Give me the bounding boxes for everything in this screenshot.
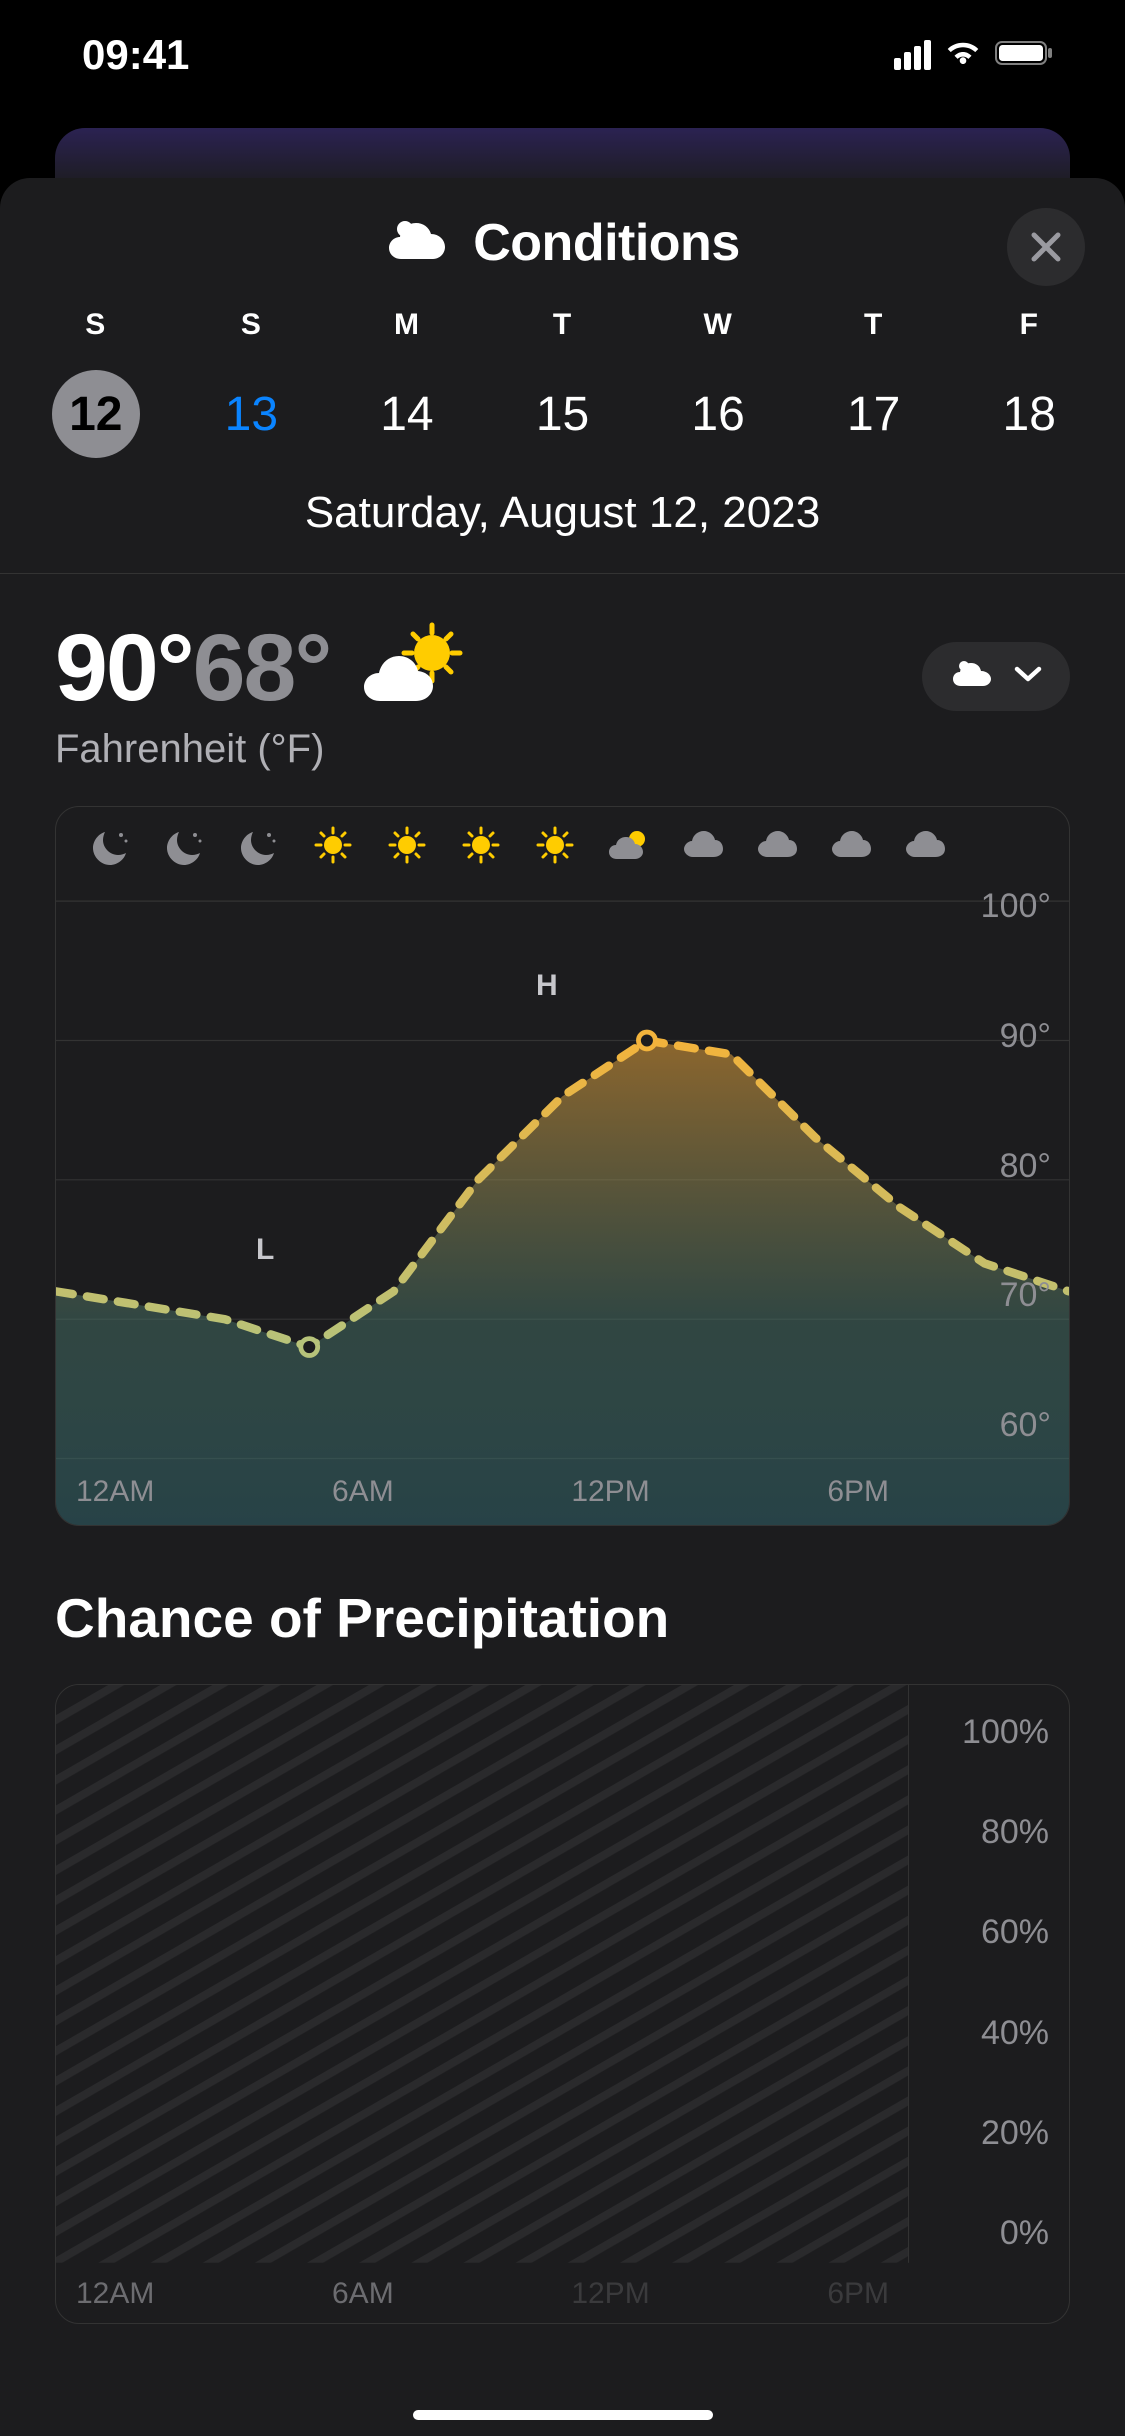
day-letter: S	[18, 308, 174, 342]
cloud-icon	[385, 217, 449, 270]
day-cell-13[interactable]: S 13	[174, 308, 330, 458]
battery-icon	[995, 39, 1055, 72]
cellular-icon	[894, 40, 931, 70]
temperature-chart[interactable]: H L 100°90°80°70°60° 12AM6AM12PM6PM	[55, 806, 1070, 1526]
temperature-summary: 90° 68°	[55, 614, 468, 723]
high-temp: 90°	[55, 614, 193, 723]
day-cell-17[interactable]: T 17	[796, 308, 952, 458]
day-letter: W	[640, 308, 796, 342]
cloudy-icon	[814, 825, 888, 870]
partly-icon	[592, 825, 666, 870]
sunny-icon	[444, 825, 518, 870]
sheet-title: Conditions	[473, 213, 740, 273]
precip-x-axis-labels: 12AM6AM12PM6PM	[66, 2277, 899, 2311]
day-number: 17	[830, 370, 918, 458]
day-cell-12[interactable]: S 12	[18, 308, 174, 458]
day-number: 13	[207, 370, 295, 458]
cloudy-icon	[740, 825, 814, 870]
day-letter: T	[485, 308, 641, 342]
hourly-condition-icons	[56, 807, 1069, 870]
night-icon	[74, 825, 148, 870]
wifi-icon	[943, 38, 983, 73]
chart-y-axis-labels: 100°90°80°70°60°	[981, 887, 1051, 1445]
day-cell-16[interactable]: W 16	[640, 308, 796, 458]
day-cell-18[interactable]: F 18	[951, 308, 1107, 458]
day-letter: T	[796, 308, 952, 342]
temperature-line-plot	[56, 877, 1069, 1526]
day-number: 16	[674, 370, 762, 458]
sunny-icon	[296, 825, 370, 870]
unit-label: Fahrenheit (°F)	[55, 727, 468, 772]
chevron-down-icon	[1014, 665, 1042, 688]
day-number: 14	[363, 370, 451, 458]
partly-cloudy-icon	[358, 621, 468, 716]
day-letter: M	[329, 308, 485, 342]
precip-section-title: Chance of Precipitation	[55, 1586, 1070, 1650]
day-cell-14[interactable]: M 14	[329, 308, 485, 458]
night-icon	[148, 825, 222, 870]
chart-x-axis-labels: 12AM6AM12PM6PM	[66, 1475, 899, 1509]
day-number: 12	[52, 370, 140, 458]
night-icon	[222, 825, 296, 870]
precip-y-axis-labels: 100%80%60%40%20%0%	[962, 1713, 1049, 2253]
low-temp: 68°	[193, 614, 331, 723]
close-button[interactable]	[1007, 208, 1085, 286]
status-time: 09:41	[82, 31, 189, 79]
cloudy-icon	[888, 825, 962, 870]
chart-high-marker: H	[536, 969, 558, 1003]
day-number: 18	[985, 370, 1073, 458]
conditions-sheet: Conditions S 12 S 13 M 14 T 15 W 16 T 17 F 18 Saturda…	[0, 178, 1125, 2436]
day-number: 15	[519, 370, 607, 458]
cloudy-icon	[666, 825, 740, 870]
day-letter: F	[951, 308, 1107, 342]
precip-plot	[56, 1685, 1069, 2324]
chart-low-marker: L	[256, 1233, 274, 1267]
cloud-icon	[950, 658, 994, 695]
day-letter: S	[174, 308, 330, 342]
home-indicator[interactable]	[413, 2410, 713, 2420]
sheet-header: Conditions	[0, 178, 1125, 308]
day-cell-15[interactable]: T 15	[485, 308, 641, 458]
day-picker: S 12 S 13 M 14 T 15 W 16 T 17 F 18	[0, 308, 1125, 458]
close-icon	[1029, 230, 1063, 264]
view-mode-switch[interactable]	[922, 642, 1070, 711]
precipitation-chart[interactable]: 100%80%60%40%20%0% 12AM6AM12PM6PM	[55, 1684, 1070, 2324]
status-bar: 09:41	[0, 0, 1125, 100]
sunny-icon	[518, 825, 592, 870]
status-icons	[894, 38, 1055, 73]
selected-date-label: Saturday, August 12, 2023	[0, 458, 1125, 574]
sunny-icon	[370, 825, 444, 870]
